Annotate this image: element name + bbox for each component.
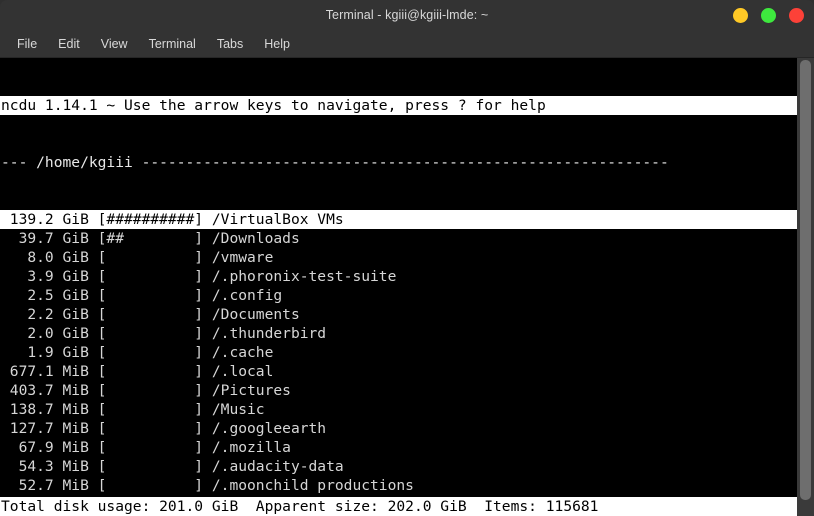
- terminal-screen[interactable]: ncdu 1.14.1 ~ Use the arrow keys to navi…: [0, 58, 814, 516]
- maximize-button-icon[interactable]: [761, 7, 776, 23]
- title-bar: Terminal - kgiii@kgiii-lmde: ~: [0, 0, 814, 30]
- ncdu-entry-row[interactable]: 67.9 MiB [ ] /.mozilla: [0, 438, 797, 457]
- menu-item-file[interactable]: File: [8, 34, 46, 54]
- close-button-icon[interactable]: [789, 7, 804, 23]
- ncdu-entry-row[interactable]: 52.7 MiB [ ] /.moonchild productions: [0, 476, 797, 495]
- ncdu-entry-row[interactable]: 403.7 MiB [ ] /Pictures: [0, 381, 797, 400]
- ncdu-entry-row[interactable]: 1.9 GiB [ ] /.cache: [0, 343, 797, 362]
- ncdu-entry-row[interactable]: 127.7 MiB [ ] /.googleearth: [0, 419, 797, 438]
- ncdu-entry-row[interactable]: 3.9 GiB [ ] /.phoronix-test-suite: [0, 267, 797, 286]
- scrollbar[interactable]: [797, 58, 814, 516]
- terminal-window: Terminal - kgiii@kgiii-lmde: ~ File Edit…: [0, 0, 814, 516]
- window-controls: [733, 0, 804, 30]
- menu-item-edit[interactable]: Edit: [49, 34, 89, 54]
- scrollbar-thumb[interactable]: [800, 60, 811, 500]
- ncdu-entry-row[interactable]: 2.5 GiB [ ] /.config: [0, 286, 797, 305]
- ncdu-entry-row[interactable]: 138.7 MiB [ ] /Music: [0, 400, 797, 419]
- ncdu-entry-row[interactable]: 139.2 GiB [##########] /VirtualBox VMs: [0, 210, 797, 229]
- window-title: Terminal - kgiii@kgiii-lmde: ~: [325, 8, 489, 22]
- menu-item-terminal[interactable]: Terminal: [140, 34, 205, 54]
- ncdu-header-line: ncdu 1.14.1 ~ Use the arrow keys to navi…: [0, 96, 797, 115]
- menu-item-help[interactable]: Help: [255, 34, 299, 54]
- ncdu-entry-row[interactable]: 54.3 MiB [ ] /.audacity-data: [0, 457, 797, 476]
- ncdu-entry-row[interactable]: 8.0 GiB [ ] /vmware: [0, 248, 797, 267]
- ncdu-entry-row[interactable]: 39.7 GiB [## ] /Downloads: [0, 229, 797, 248]
- ncdu-entry-row[interactable]: 2.2 GiB [ ] /Documents: [0, 305, 797, 324]
- minimize-button-icon[interactable]: [733, 7, 748, 23]
- ncdu-path-line: --- /home/kgiii ------------------------…: [1, 154, 669, 171]
- ncdu-entry-row[interactable]: 2.0 GiB [ ] /.thunderbird: [0, 324, 797, 343]
- ncdu-status-bar: Total disk usage: 201.0 GiB Apparent siz…: [0, 497, 797, 516]
- ncdu-entry-list: 139.2 GiB [##########] /VirtualBox VMs 3…: [0, 210, 797, 516]
- menu-item-tabs[interactable]: Tabs: [208, 34, 252, 54]
- menu-bar: File Edit View Terminal Tabs Help: [0, 30, 814, 58]
- menu-item-view[interactable]: View: [92, 34, 137, 54]
- ncdu-entry-row[interactable]: 677.1 MiB [ ] /.local: [0, 362, 797, 381]
- ncdu-output: ncdu 1.14.1 ~ Use the arrow keys to navi…: [0, 58, 797, 516]
